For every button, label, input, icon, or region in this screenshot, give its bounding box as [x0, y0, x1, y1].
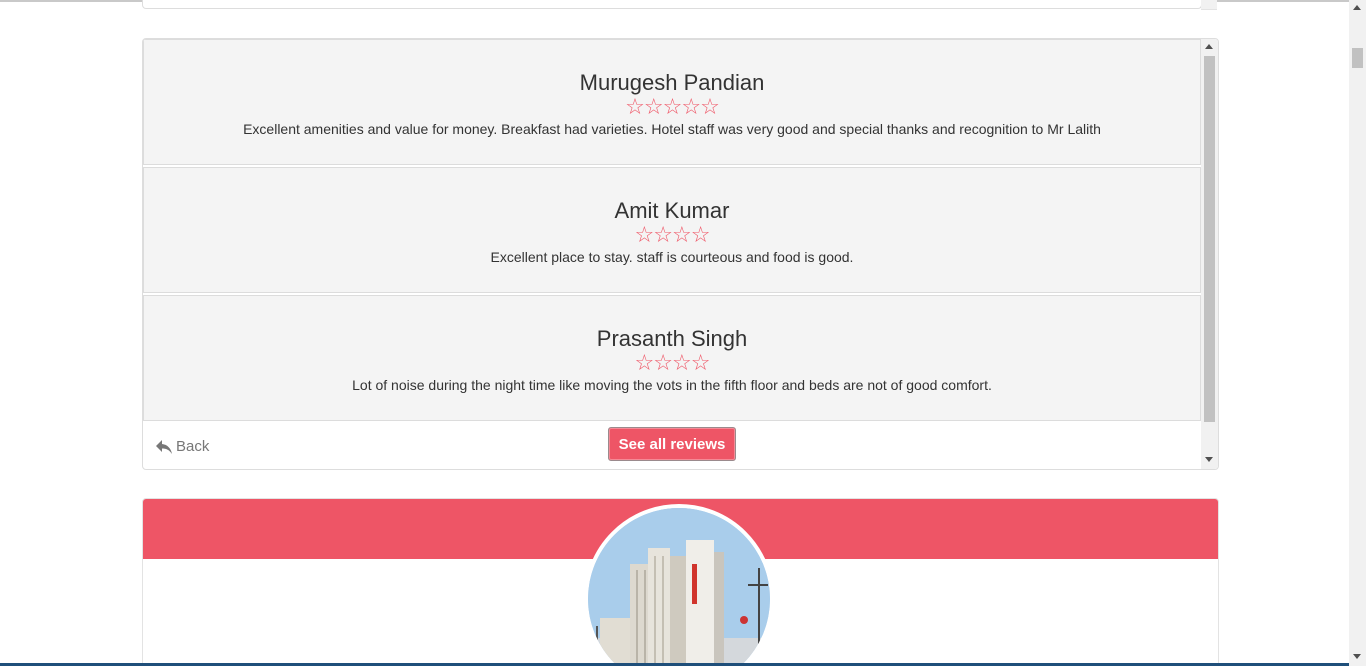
star-outline-icon: ☆ — [662, 94, 683, 119]
star-outline-icon: ☆ — [634, 350, 655, 375]
star-outline-icon: ☆ — [672, 222, 692, 247]
star-rating: ☆☆☆☆☆ — [144, 96, 1200, 118]
star-outline-icon: ☆ — [625, 94, 645, 119]
reviewer-name: Murugesh Pandian — [579, 70, 765, 95]
page-scroll-down-arrow-icon[interactable] — [1353, 654, 1361, 659]
star-outline-icon: ☆ — [653, 222, 673, 247]
star-outline-icon: ☆ — [643, 94, 664, 119]
reviewer-name: Amit Kumar — [614, 198, 730, 223]
star-outline-icon: ☆ — [681, 94, 701, 119]
review-card: Amit Kumar ☆☆☆☆ Excellent place to stay.… — [143, 167, 1201, 293]
previous-panel — [142, 0, 1202, 9]
previous-panel-scrollbar[interactable] — [1201, 0, 1217, 10]
page: Murugesh Pandian ☆☆☆☆☆ Excellent ameniti… — [0, 0, 1366, 666]
star-outline-icon: ☆ — [690, 222, 711, 247]
reviews-footer: Back See all reviews — [143, 423, 1201, 469]
star-outline-icon: ☆ — [672, 350, 692, 375]
reply-arrow-icon — [156, 439, 172, 454]
back-link[interactable]: Back — [155, 438, 209, 455]
review-list: Murugesh Pandian ☆☆☆☆☆ Excellent ameniti… — [143, 39, 1201, 422]
star-outline-icon: ☆ — [690, 350, 711, 375]
review-card: Murugesh Pandian ☆☆☆☆☆ Excellent ameniti… — [143, 39, 1201, 165]
star-outline-icon: ☆ — [634, 222, 655, 247]
review-text: Lot of noise during the night time like … — [352, 377, 992, 393]
scroll-down-arrow-icon[interactable] — [1205, 457, 1213, 462]
star-rating: ☆☆☆☆ — [144, 352, 1200, 374]
star-outline-icon: ☆ — [700, 94, 720, 119]
reviewer-name: Prasanth Singh — [596, 326, 748, 351]
page-scroll-up-arrow-icon[interactable] — [1353, 5, 1361, 10]
see-all-reviews-button[interactable]: See all reviews — [608, 427, 736, 461]
page-scroll-thumb[interactable] — [1352, 48, 1363, 68]
star-outline-icon: ☆ — [653, 350, 673, 375]
review-text: Excellent place to stay. staff is courte… — [490, 249, 854, 265]
page-scrollbar[interactable] — [1349, 0, 1366, 666]
star-rating: ☆☆☆☆ — [144, 224, 1200, 246]
reviews-panel: Murugesh Pandian ☆☆☆☆☆ Excellent ameniti… — [142, 38, 1219, 470]
review-card: Prasanth Singh ☆☆☆☆ Lot of noise during … — [143, 295, 1201, 421]
hotel-building-image — [588, 508, 770, 666]
scroll-up-arrow-icon[interactable] — [1205, 44, 1213, 49]
back-label: Back — [176, 438, 210, 455]
review-text: Excellent amenities and value for money.… — [243, 121, 1101, 137]
hotel-card — [142, 498, 1219, 666]
reviews-scroll-thumb[interactable] — [1204, 56, 1215, 422]
reviews-scrollbar[interactable] — [1201, 39, 1218, 469]
